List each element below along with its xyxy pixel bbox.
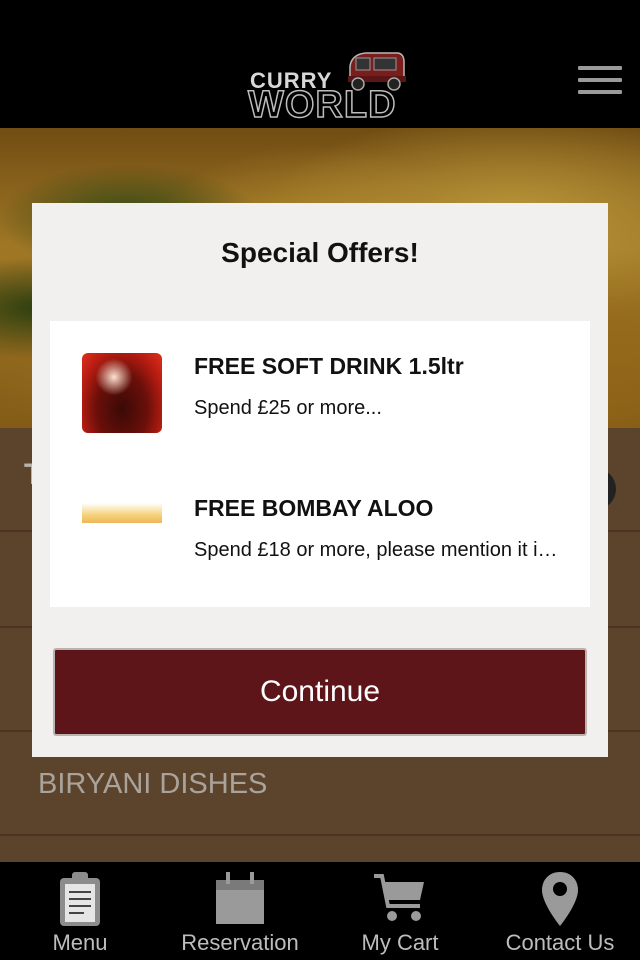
- continue-button[interactable]: Continue: [53, 648, 587, 736]
- offer-title: FREE SOFT DRINK 1.5ltr: [194, 353, 464, 379]
- app-header: CURRY WORLD: [0, 0, 640, 128]
- tab-label: Reservation: [181, 930, 299, 955]
- bombay-aloo-image: [82, 495, 162, 523]
- offer-item[interactable]: FREE SOFT DRINK 1.5ltr Spend £25 or more…: [50, 321, 590, 463]
- tab-contact-us[interactable]: Contact Us: [480, 862, 640, 960]
- calendar-icon: [216, 872, 264, 924]
- offer-title: FREE BOMBAY ALOO: [194, 495, 434, 521]
- cart-icon: [374, 874, 424, 921]
- tab-menu[interactable]: Menu: [0, 862, 160, 960]
- tab-my-cart[interactable]: My Cart: [320, 862, 480, 960]
- logo-text-world: WORLD: [247, 83, 397, 127]
- clipboard-icon: [60, 872, 100, 926]
- tab-reservation[interactable]: Reservation: [160, 862, 320, 960]
- location-pin-icon: [542, 872, 578, 926]
- tab-label: Menu: [52, 930, 108, 955]
- offer-item[interactable]: FREE BOMBAY ALOO Spend £18 or more, plea…: [50, 463, 590, 605]
- offer-description: Spend £25 or more...: [194, 397, 382, 419]
- tab-label: My Cart: [361, 930, 439, 955]
- tab-label: Contact Us: [505, 930, 615, 955]
- offer-description: Spend £18 or more, please mention it in …: [194, 539, 564, 561]
- curry-world-logo: CURRY WORLD: [247, 48, 412, 127]
- bottom-tab-bar: Menu Reservation My Cart Contact Us: [0, 862, 640, 960]
- special-offers-dialog: Special Offers! FREE SOFT DRINK 1.5ltr S…: [32, 203, 608, 757]
- soft-drink-image: [82, 353, 162, 433]
- dialog-title: Special Offers!: [221, 237, 419, 268]
- offers-list[interactable]: FREE SOFT DRINK 1.5ltr Spend £25 or more…: [50, 321, 590, 607]
- hamburger-menu-icon[interactable]: [578, 66, 622, 100]
